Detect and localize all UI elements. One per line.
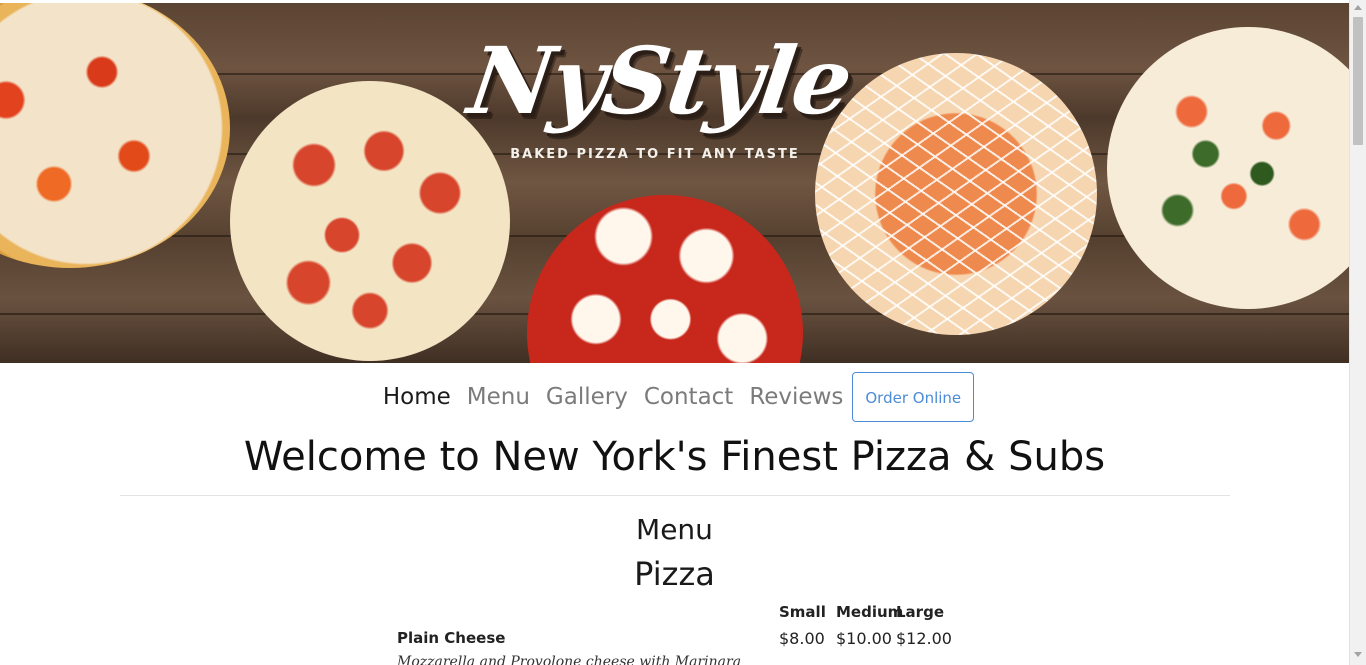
- pizza-image-margherita: [527, 195, 803, 363]
- scroll-up-arrow-icon[interactable]: [1354, 5, 1362, 10]
- logo-tagline: BAKED PIZZA TO FIT ANY TASTE: [510, 147, 800, 162]
- nav-gallery-link[interactable]: Gallery: [538, 371, 636, 423]
- page-title: Welcome to New York's Finest Pizza & Sub…: [243, 434, 1106, 480]
- logo-wordmark: NyStyle: [462, 27, 858, 135]
- scrollbar-thumb[interactable]: [1353, 17, 1363, 145]
- size-header-medium: Medium: [836, 603, 904, 621]
- scroll-down-arrow-icon[interactable]: [1354, 652, 1362, 657]
- size-header-large: Large: [896, 603, 944, 621]
- pizza-image-chicken: [815, 53, 1097, 335]
- divider: [120, 495, 1230, 496]
- price-large: $12.00: [896, 629, 952, 648]
- size-header-small: Small: [779, 603, 826, 621]
- vertical-scrollbar[interactable]: [1349, 0, 1366, 665]
- pizza-image-spinach: [1107, 27, 1349, 309]
- order-online-button[interactable]: Order Online: [852, 372, 975, 422]
- menu-heading: Menu: [636, 513, 713, 546]
- nav-home-link[interactable]: Home: [375, 371, 459, 423]
- page: NyStyle BAKED PIZZA TO FIT ANY TASTE Hom…: [0, 0, 1366, 665]
- price-medium: $10.00: [836, 629, 892, 648]
- pizza-image-peppers: [0, 3, 230, 268]
- menu-item-name: Plain Cheese: [397, 629, 506, 647]
- nav-menu-link[interactable]: Menu: [459, 371, 538, 423]
- nav-contact-link[interactable]: Contact: [636, 371, 741, 423]
- nav-reviews-link[interactable]: Reviews: [741, 371, 851, 423]
- menu-item-description: Mozzarella and Provolone cheese with Mar…: [397, 654, 742, 665]
- site-logo: NyStyle BAKED PIZZA TO FIT ANY TASTE: [462, 21, 857, 181]
- hero-banner: NyStyle BAKED PIZZA TO FIT ANY TASTE: [0, 3, 1349, 363]
- pizza-section-heading: Pizza: [634, 555, 715, 593]
- price-small: $8.00: [779, 629, 825, 648]
- main-nav: Home Menu Gallery Contact Reviews Order …: [0, 371, 1349, 423]
